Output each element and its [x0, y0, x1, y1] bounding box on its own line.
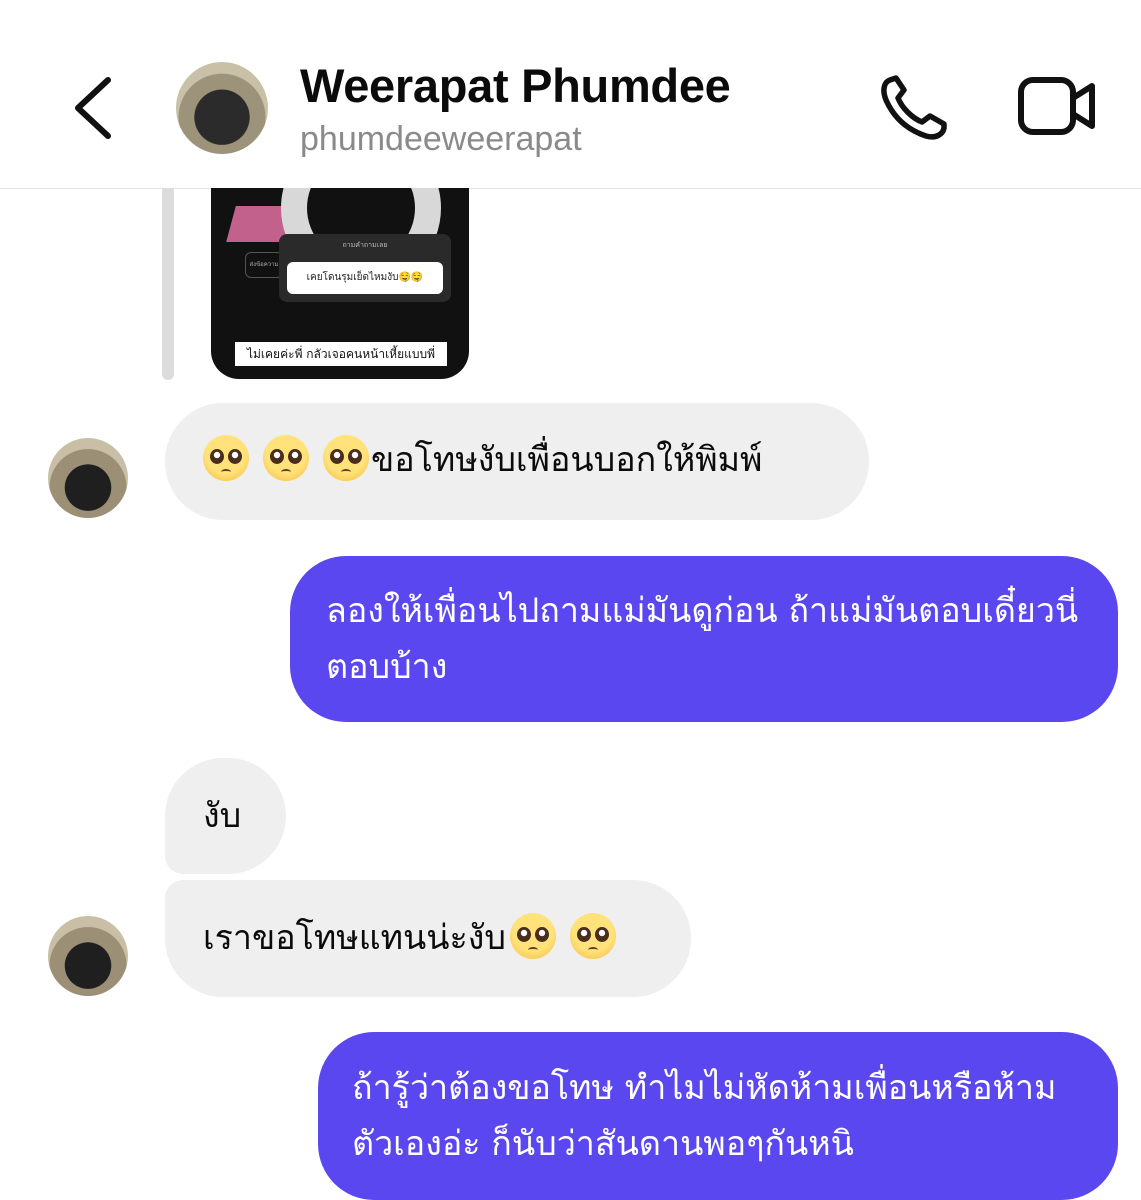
pleading-face-emoji-icon	[263, 435, 309, 481]
video-camera-icon	[1018, 77, 1095, 135]
back-button[interactable]	[64, 70, 124, 146]
sender-avatar[interactable]	[48, 438, 128, 518]
story-side-label: ส่งข้อความ	[245, 252, 283, 278]
pleading-face-emoji-icon	[203, 435, 249, 481]
message-bubble-incoming[interactable]: งับ	[165, 758, 286, 874]
contact-username[interactable]: phumdeeweerapat	[300, 120, 582, 159]
message-text: เราขอโทษแทนน่ะงับ	[203, 918, 506, 958]
phone-icon	[881, 75, 947, 140]
message-text: ลองให้เพื่อนไปถามแม่มันดูก่อน ถ้าแม่มันต…	[326, 591, 1079, 687]
message-text: งับ	[203, 796, 242, 836]
sender-avatar[interactable]	[48, 916, 128, 996]
message-bubble-outgoing[interactable]: ถ้ารู้ว่าต้องขอโทษ ทำไมไม่หัดห้ามเพื่อนห…	[318, 1032, 1118, 1200]
back-chevron-icon	[75, 77, 111, 139]
message-bubble-incoming[interactable]: เราขอโทษแทนน่ะงับ	[165, 880, 691, 997]
pleading-face-emoji-icon	[323, 435, 369, 481]
message-text: ถ้ารู้ว่าต้องขอโทษ ทำไมไม่หัดห้ามเพื่อนห…	[352, 1068, 1057, 1164]
message-bubble-outgoing[interactable]: ลองให้เพื่อนไปถามแม่มันดูก่อน ถ้าแม่มันต…	[290, 556, 1118, 722]
audio-call-button[interactable]	[876, 72, 952, 142]
chat-header: Weerapat Phumdee phumdeeweerapat	[0, 0, 1141, 189]
story-caption: ไม่เคยค่ะพี่ กลัวเจอคนหน้าเหี้ยแบบพี่	[235, 342, 447, 366]
message-bubble-incoming[interactable]: ขอโทษงับเพื่อนบอกให้พิมพ์	[165, 403, 869, 520]
story-question-text: เคยโดนรุมเย็ดไหมงับ🤤🤤	[287, 262, 443, 294]
story-question-header: ถามคำถามเลย	[342, 241, 388, 249]
pleading-face-emoji-icon	[509, 913, 556, 959]
contact-avatar[interactable]	[176, 62, 268, 154]
message-text: ขอโทษงับเพื่อนบอกให้พิมพ์	[371, 440, 763, 480]
pleading-face-emoji-icon	[569, 913, 616, 959]
video-call-button[interactable]	[1016, 74, 1098, 138]
contact-name[interactable]: Weerapat Phumdee	[300, 58, 731, 113]
story-question-box: ถามคำถามเลย เคยโดนรุมเย็ดไหมงับ🤤🤤	[279, 234, 451, 302]
story-reply-bar	[162, 188, 174, 380]
story-thumbnail[interactable]: ส่งข้อความ ถามคำถามเลย เคยโดนรุมเย็ดไหมง…	[211, 188, 469, 379]
